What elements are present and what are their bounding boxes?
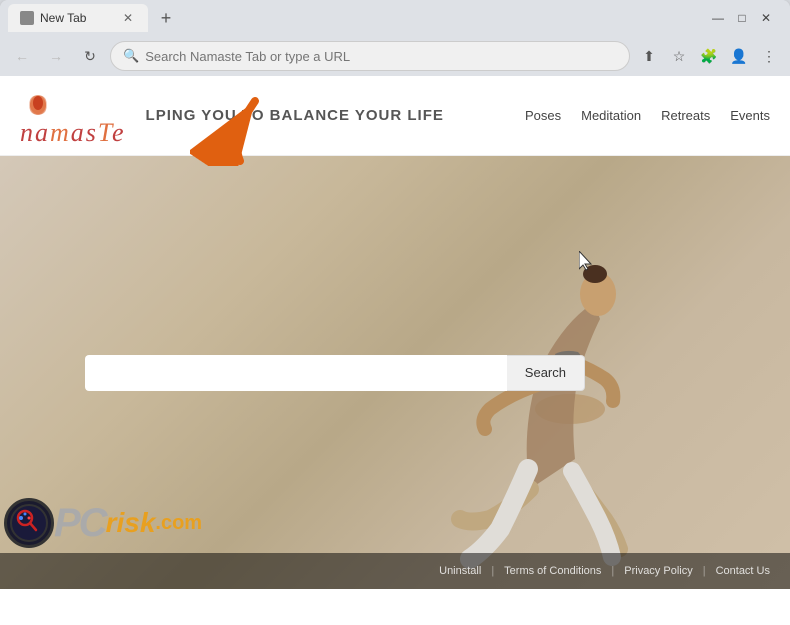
nav-meditation[interactable]: Meditation: [581, 108, 641, 123]
pc-text: PC: [54, 503, 106, 543]
yoga-figure: [430, 209, 710, 589]
tab-label: New Tab: [40, 11, 86, 25]
logo-text: namasTe: [20, 120, 126, 146]
tab-strip: New Tab ✕ +: [8, 0, 706, 36]
bookmark-icon[interactable]: ☆: [666, 43, 692, 69]
nav-poses[interactable]: Poses: [525, 108, 561, 123]
search-container: Search: [85, 355, 585, 391]
arrow-annotation: [190, 96, 270, 171]
address-search-icon: 🔍: [123, 48, 139, 64]
risk-text: risk: [106, 507, 156, 539]
new-tab-button[interactable]: +: [152, 4, 180, 32]
site-logo: namasTe: [20, 85, 126, 146]
maximize-button[interactable]: □: [734, 10, 750, 26]
nav-retreats[interactable]: Retreats: [661, 108, 710, 123]
site-footer: Uninstall | Terms of Conditions | Privac…: [0, 553, 790, 589]
window-controls: — □ ✕: [710, 10, 782, 26]
footer-terms[interactable]: Terms of Conditions: [504, 565, 601, 577]
address-bar[interactable]: 🔍: [110, 41, 630, 71]
pcrisk-watermark: PC risk .com: [0, 493, 202, 553]
extensions-icon[interactable]: 🧩: [696, 43, 722, 69]
web-content: namasTe LPING YOU TO BALANCE YOUR LIFE P…: [0, 76, 790, 625]
dotcom-text: .com: [155, 512, 202, 535]
tab-favicon: [20, 11, 34, 25]
browser-toolbar: ← → ↻ 🔍 ⬆ ☆ 🧩 👤 ⋮: [0, 36, 790, 76]
refresh-button[interactable]: ↻: [76, 42, 104, 70]
close-window-button[interactable]: ✕: [758, 10, 774, 26]
share-icon[interactable]: ⬆: [636, 43, 662, 69]
tab-close-button[interactable]: ✕: [120, 10, 136, 26]
nav-events[interactable]: Events: [730, 108, 770, 123]
active-tab[interactable]: New Tab ✕: [8, 4, 148, 32]
pcrisk-icon: [4, 498, 54, 548]
logo-flower-icon: [20, 85, 56, 120]
back-button[interactable]: ←: [8, 42, 36, 70]
browser-window: New Tab ✕ + — □ ✕ ← → ↻ 🔍 ⬆ ☆ 🧩 👤 ⋮: [0, 0, 790, 625]
toolbar-actions: ⬆ ☆ 🧩 👤 ⋮: [636, 43, 782, 69]
hero-section: Search PC: [0, 156, 790, 589]
title-bar: New Tab ✕ + — □ ✕: [0, 0, 790, 36]
search-button[interactable]: Search: [507, 355, 585, 391]
address-input[interactable]: [145, 49, 617, 64]
footer-privacy[interactable]: Privacy Policy: [624, 565, 692, 577]
pcrisk-text-logo: PC risk .com: [54, 503, 202, 543]
footer-uninstall[interactable]: Uninstall: [439, 565, 481, 577]
menu-icon[interactable]: ⋮: [756, 43, 782, 69]
forward-button[interactable]: →: [42, 42, 70, 70]
footer-contact[interactable]: Contact Us: [716, 565, 770, 577]
profile-icon[interactable]: 👤: [726, 43, 752, 69]
site-nav: Poses Meditation Retreats Events: [525, 108, 770, 123]
site-header: namasTe LPING YOU TO BALANCE YOUR LIFE P…: [0, 76, 790, 156]
hero-search-input[interactable]: [85, 355, 507, 391]
minimize-button[interactable]: —: [710, 10, 726, 26]
